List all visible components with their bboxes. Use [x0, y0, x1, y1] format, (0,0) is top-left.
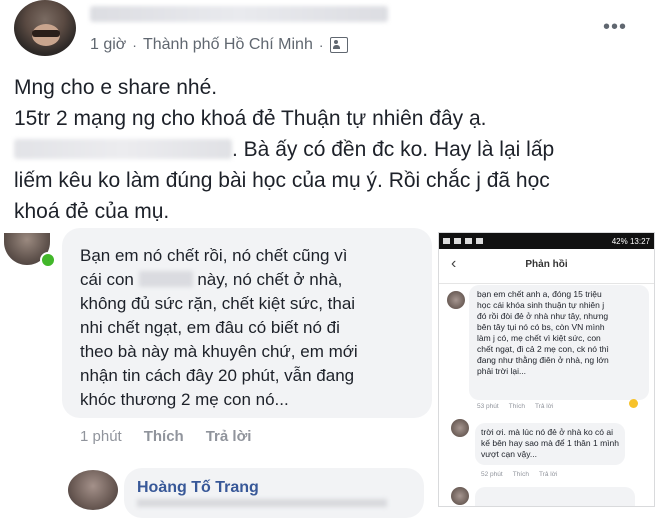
audience-friends-icon[interactable]	[329, 37, 348, 53]
phone-comment-line: phải trời lại...	[477, 366, 527, 376]
post-time[interactable]: 1 giờ	[90, 36, 126, 54]
phone-reply-button[interactable]: Trả lời	[535, 403, 553, 410]
phone-comment-time[interactable]: 53 phút	[477, 403, 499, 410]
phone-header: ‹ Phản hồi	[439, 249, 654, 284]
embedded-phone-screenshot: 42% 13:27 ‹ Phản hồi bạn em chết anh a, …	[438, 232, 655, 507]
phone-comment-line: vượt cạn vậy...	[481, 449, 537, 459]
like-button[interactable]: Thích	[144, 428, 184, 445]
poster-name-redacted[interactable]	[90, 6, 388, 22]
comment-line: Bạn em nó chết rồi, nó chết cũng vì	[80, 246, 348, 265]
poster-avatar[interactable]	[14, 0, 76, 56]
phone-reply-button[interactable]: Trả lời	[539, 471, 557, 478]
phone-comment-line: làm j có, mẹ chết vì kiệt sức, con	[477, 333, 601, 343]
phone-like-button[interactable]: Thích	[509, 403, 525, 410]
comment-line: cái con này, nó chết ở nhà,	[80, 268, 430, 292]
phone-comment-line: bên tây tụi nó có bs, còn VN mình	[477, 322, 605, 332]
meta-separator-2: ·	[318, 37, 324, 53]
comment-line: nhi chết ngạt, em đâu có biết nó đi	[80, 318, 340, 337]
phone-comment-line: đó rồi đòi đẻ ở nhà như tây, nhưng	[477, 311, 609, 321]
comment-line: theo bà này mà khuyên chứ, em mới	[80, 342, 358, 361]
comment-time[interactable]: 1 phút	[80, 428, 122, 445]
phone-comment-actions: 52 phút Thích Trả lời	[481, 471, 557, 478]
phone-commenter-avatar[interactable]	[447, 291, 465, 309]
phone-comment-line: học cái khóa sinh thuận tự nhiên j	[477, 300, 605, 310]
post-line: 15tr 2 mạng ng cho khoá đẻ Thuận tự nhiê…	[14, 107, 487, 130]
redacted-name	[138, 271, 193, 287]
phone-comment-bubble	[475, 487, 635, 506]
phone-like-button[interactable]: Thích	[513, 471, 529, 478]
online-status-icon	[40, 252, 56, 268]
meta-separator: ·	[132, 37, 137, 53]
phone-status-bar: 42% 13:27	[439, 233, 654, 249]
status-battery-time: 42% 13:27	[611, 236, 650, 246]
comment-actions: 1 phút Thích Trả lời	[80, 428, 251, 445]
phone-comment-text: trời ơi. mà lúc nó đẻ ở nhà ko có ai kế …	[481, 427, 619, 460]
phone-comment-time[interactable]: 52 phút	[481, 471, 503, 478]
more-dots-icon[interactable]: •••	[603, 16, 627, 39]
phone-comment-line: chết ngạt, đi cả 2 mẹ con, ck nó thì	[477, 344, 609, 354]
post-line: liếm kêu ko làm đúng bài học của mụ ý. R…	[14, 169, 550, 192]
reply-button[interactable]: Trả lời	[206, 428, 252, 445]
post-line: khoá đẻ của mụ.	[14, 200, 170, 223]
post-meta: 1 giờ · Thành phố Hồ Chí Minh ·	[90, 36, 348, 54]
comment-line-text: cái con	[80, 270, 134, 289]
phone-comment-line: kế bên hay sao mà để 1 thân 1 mình	[481, 438, 619, 448]
post-line-with-redaction: . Bà ấy có đền đc ko. Hay là lại lấp	[14, 134, 644, 165]
reply-author-name[interactable]: Hoàng Tố Trang	[137, 479, 259, 497]
phone-commenter-avatar[interactable]	[451, 419, 469, 437]
comment-line-text: này, nó chết ở nhà,	[192, 270, 343, 289]
phone-comment-actions: 53 phút Thích Trả lời	[477, 403, 553, 410]
phone-comment-line: đang như thằng điên ở nhà, ng lớn	[477, 355, 609, 365]
reply-avatar[interactable]	[68, 470, 118, 510]
post-body: Mng cho e share nhé. 15tr 2 mạng ng cho …	[14, 72, 644, 227]
post-line: Mng cho e share nhé.	[14, 76, 218, 99]
comment-line: không đủ sức rặn, chết kiệt sức, thai	[80, 294, 356, 313]
comment-line: khóc thương 2 mẹ con nó...	[80, 390, 289, 409]
phone-comment-line: bạn em chết anh a, đóng 15 triệu	[477, 289, 602, 299]
phone-comment-line: trời ơi. mà lúc nó đẻ ở nhà ko có ai	[481, 427, 614, 437]
phone-commenter-avatar[interactable]	[451, 487, 469, 505]
post-line-text: . Bà ấy có đền đc ko. Hay là lại lấp	[232, 138, 555, 161]
comment-text: Bạn em nó chết rồi, nó chết cũng vì cái …	[80, 244, 430, 412]
reply-text-redacted	[137, 499, 387, 507]
phone-comment-text: bạn em chết anh a, đóng 15 triệu học cái…	[477, 289, 609, 377]
status-icons	[443, 238, 483, 244]
phone-title: Phản hồi	[525, 259, 568, 270]
comment-line: nhận tin cách đây 20 phút, vẫn đang	[80, 366, 355, 385]
post-location[interactable]: Thành phố Hồ Chí Minh	[143, 36, 313, 54]
reaction-icon[interactable]	[629, 399, 638, 408]
redacted-name	[14, 139, 232, 159]
